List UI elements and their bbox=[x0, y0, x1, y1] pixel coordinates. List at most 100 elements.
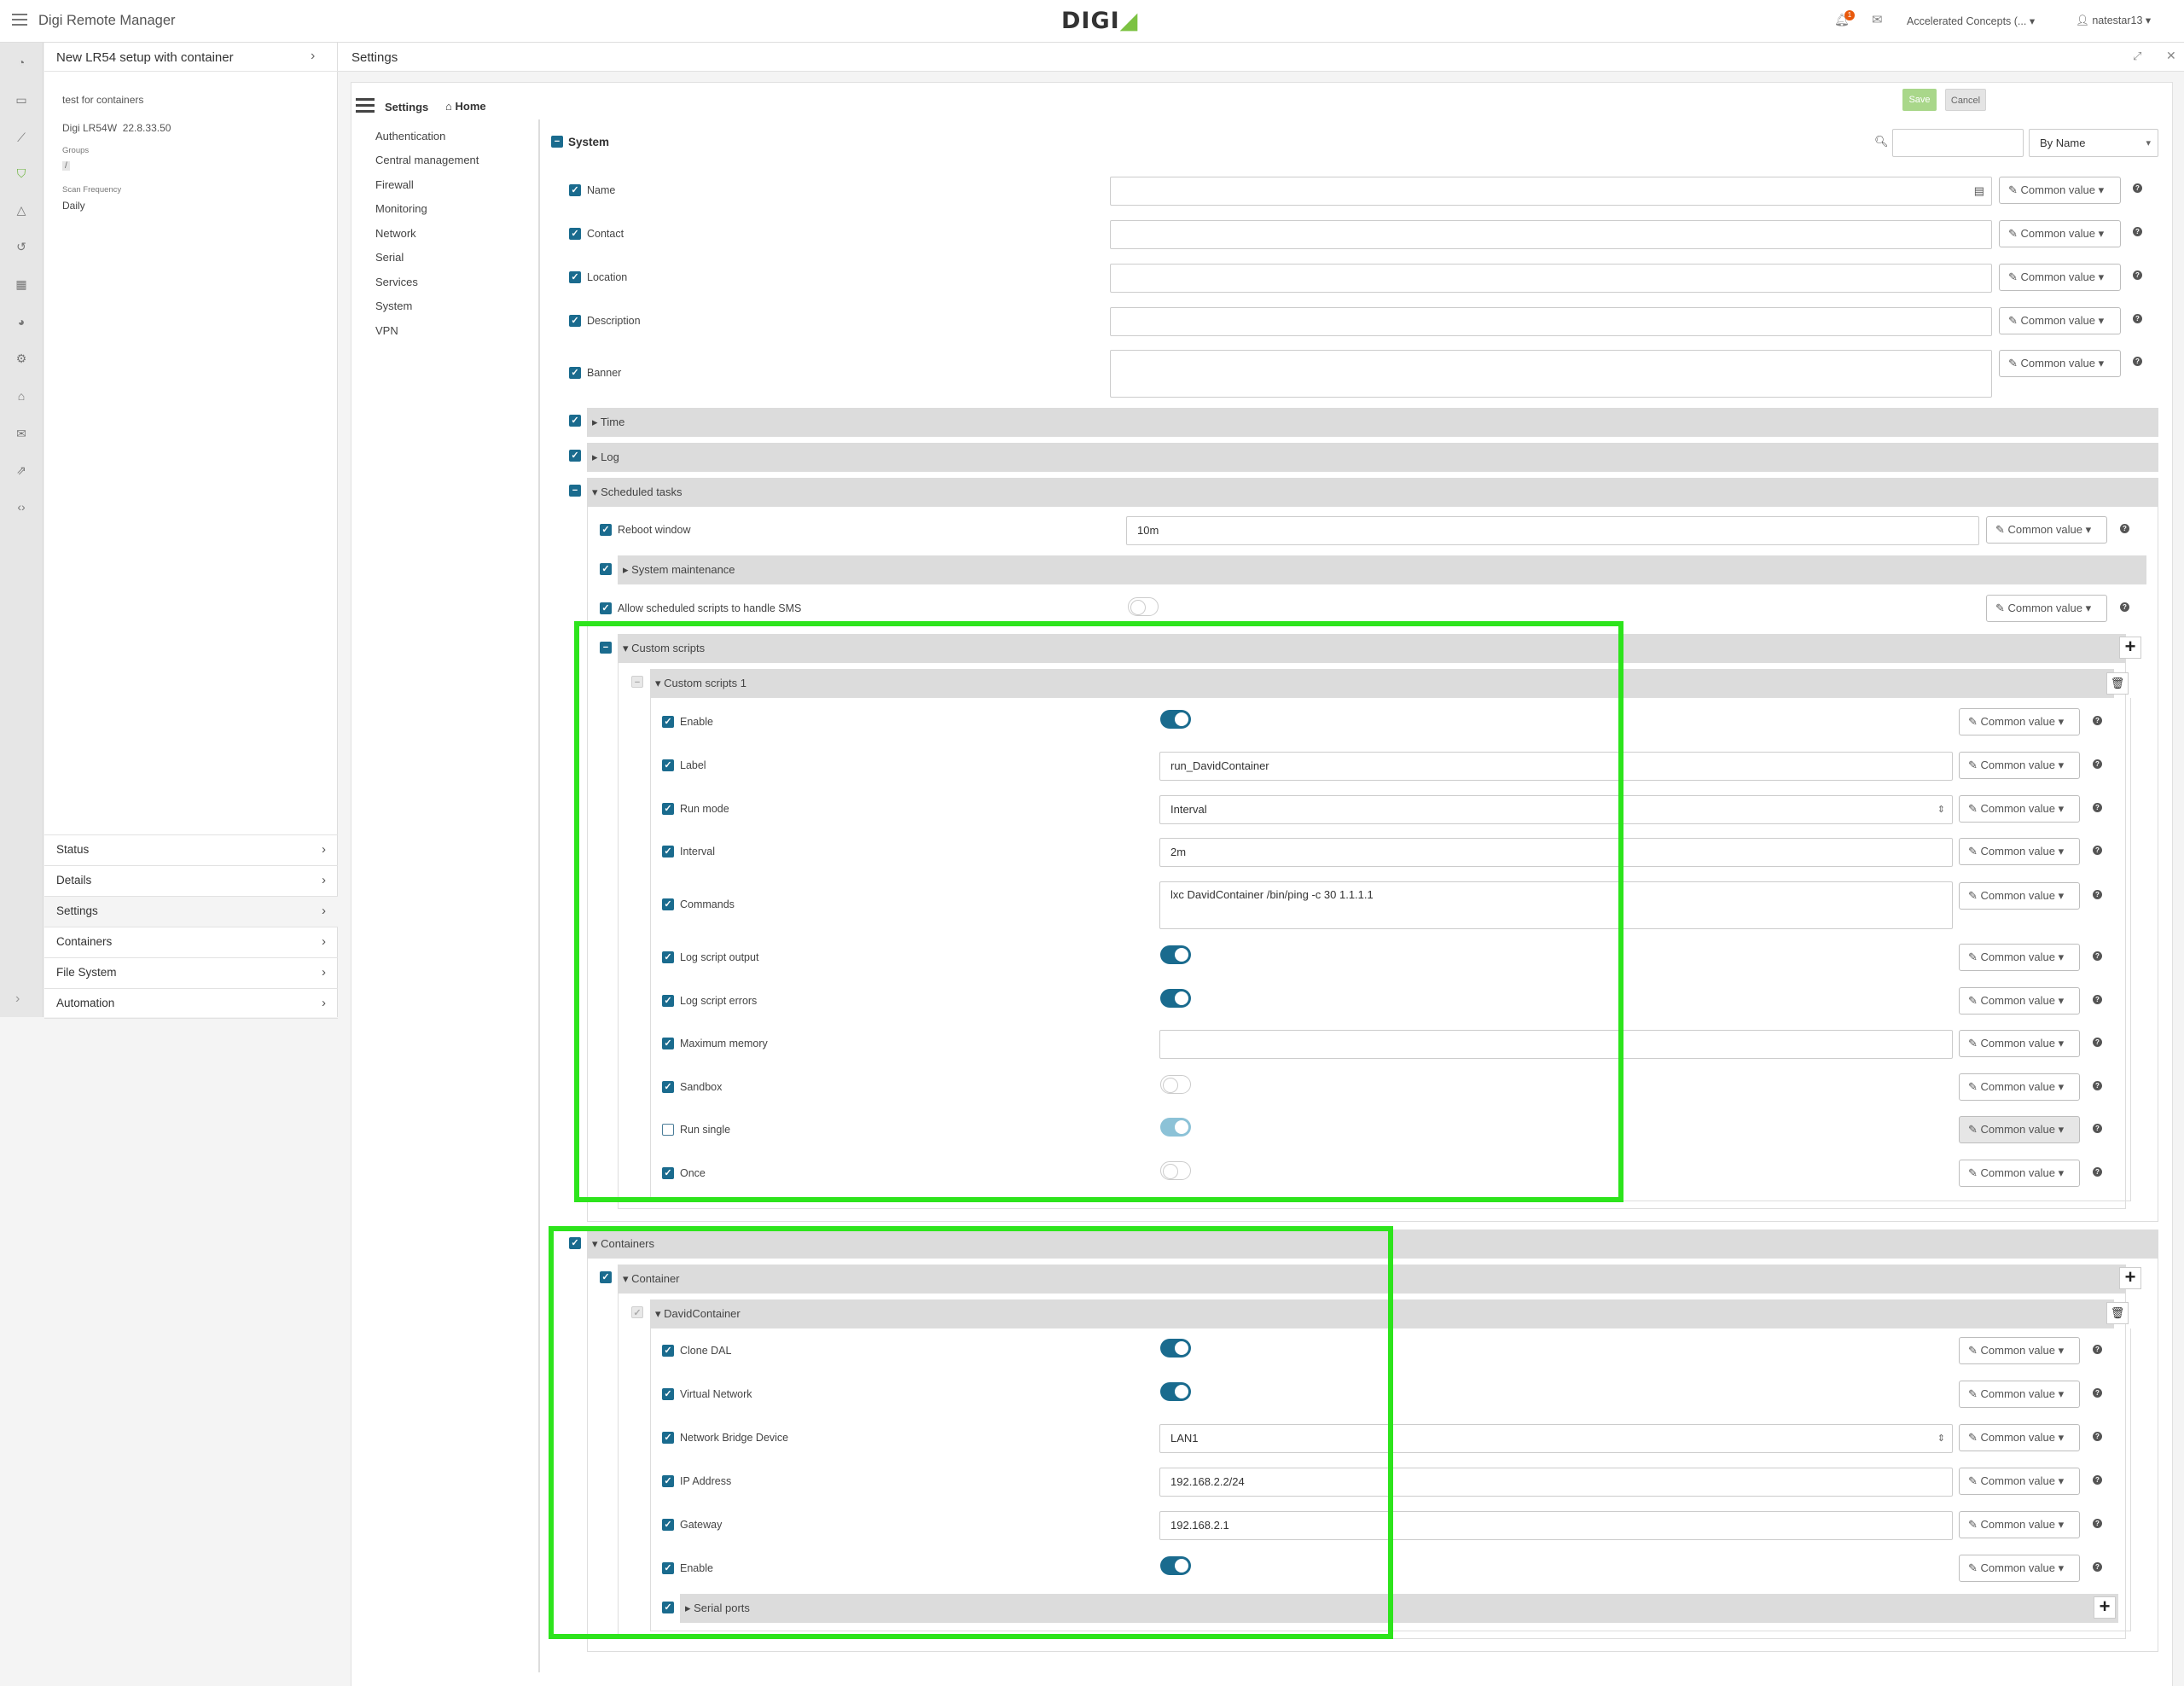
system-maintenance-section[interactable]: ▸ System maintenance bbox=[618, 555, 2146, 584]
org-selector[interactable]: Accelerated Concepts (... ▾ bbox=[1907, 15, 2035, 27]
add-container-button[interactable]: + bbox=[2119, 1267, 2141, 1289]
close-icon[interactable]: ✕ bbox=[2166, 49, 2176, 63]
nav-file-system[interactable]: File System › bbox=[44, 957, 338, 988]
settings-nav-item[interactable]: Authentication bbox=[375, 130, 445, 142]
help-icon[interactable]: ? bbox=[2093, 716, 2102, 725]
expand-icon[interactable]: ⤢ bbox=[2133, 49, 2141, 63]
envelope-icon[interactable]: ✉ bbox=[1872, 12, 1883, 27]
add-serial-port-button[interactable]: + bbox=[2094, 1596, 2116, 1619]
help-icon[interactable]: ? bbox=[2093, 803, 2102, 812]
banner-textarea[interactable] bbox=[1110, 350, 1992, 398]
trash-icon[interactable]: 🗑︎ bbox=[2106, 672, 2129, 695]
help-icon[interactable]: ? bbox=[2133, 270, 2142, 280]
shield-icon[interactable]: ⛉ bbox=[11, 166, 32, 181]
settings-nav-item[interactable]: Serial bbox=[375, 251, 404, 264]
nav-containers[interactable]: Containers › bbox=[44, 927, 338, 957]
common-value-dropdown[interactable]: ✎ Common value ▾ bbox=[1959, 1337, 2080, 1364]
help-icon[interactable]: ? bbox=[2093, 1519, 2102, 1528]
history-icon[interactable]: ↺ bbox=[11, 239, 32, 254]
help-icon[interactable]: ? bbox=[2093, 759, 2102, 769]
external-link-icon[interactable]: ⇗ bbox=[11, 462, 32, 478]
help-icon[interactable]: ? bbox=[2093, 1081, 2102, 1090]
common-value-dropdown[interactable]: ✎ Common value ▾ bbox=[1999, 307, 2121, 334]
lock-icon[interactable]: ⌂ bbox=[11, 388, 32, 404]
help-icon[interactable]: ? bbox=[2093, 1562, 2102, 1572]
settings-nav-item[interactable]: Network bbox=[375, 227, 416, 240]
common-value-dropdown[interactable]: ✎ Common value ▾ bbox=[1959, 838, 2080, 865]
nav-settings[interactable]: Settings › bbox=[44, 896, 338, 927]
common-value-dropdown[interactable]: ✎ Common value ▾ bbox=[1959, 1116, 2080, 1143]
breadcrumb-home[interactable]: ⌂ Home bbox=[445, 100, 486, 113]
help-icon[interactable]: ? bbox=[2093, 1432, 2102, 1441]
menu-icon[interactable] bbox=[356, 98, 375, 113]
allow-sms-toggle[interactable] bbox=[1128, 597, 1159, 616]
common-value-dropdown[interactable]: ✎ Common value ▾ bbox=[1959, 1381, 2080, 1408]
help-icon[interactable]: ? bbox=[2093, 1388, 2102, 1398]
save-button[interactable]: Save bbox=[1902, 89, 1937, 111]
chevron-right-icon[interactable]: › bbox=[311, 49, 315, 64]
time-checkbox[interactable]: ✓ bbox=[569, 415, 581, 427]
chart-icon[interactable]: ⟋ bbox=[11, 130, 32, 145]
dashboard-icon[interactable]: ◔ bbox=[11, 55, 32, 70]
help-icon[interactable]: ? bbox=[2133, 314, 2142, 323]
reboot-window-input[interactable]: 10m bbox=[1126, 516, 1979, 545]
help-icon[interactable]: ? bbox=[2093, 1038, 2102, 1047]
help-icon[interactable]: ? bbox=[2133, 357, 2142, 366]
inbox-icon[interactable]: ▭ bbox=[11, 92, 32, 108]
help-icon[interactable]: ? bbox=[2133, 227, 2142, 236]
settings-nav-item[interactable]: System bbox=[375, 299, 412, 312]
help-icon[interactable]: ? bbox=[2120, 602, 2129, 612]
banner-checkbox[interactable]: ✓ bbox=[569, 367, 581, 379]
cancel-button[interactable]: Cancel bbox=[1945, 89, 1986, 111]
reboot-window-checkbox[interactable]: ✓ bbox=[600, 524, 612, 536]
contact-checkbox[interactable]: ✓ bbox=[569, 228, 581, 240]
help-icon[interactable]: ? bbox=[2093, 890, 2102, 899]
common-value-dropdown[interactable]: ✎ Common value ▾ bbox=[1959, 1511, 2080, 1538]
settings-nav-item[interactable]: Services bbox=[375, 276, 418, 288]
calendar-icon[interactable]: ▦ bbox=[11, 276, 32, 292]
common-value-dropdown[interactable]: ✎ Common value ▾ bbox=[1959, 708, 2080, 735]
common-value-dropdown[interactable]: ✎ Common value ▾ bbox=[1999, 264, 2121, 291]
help-icon[interactable]: ? bbox=[2093, 846, 2102, 855]
description-checkbox[interactable]: ✓ bbox=[569, 315, 581, 327]
breadcrumb-settings[interactable]: Settings bbox=[385, 101, 428, 113]
help-icon[interactable]: ? bbox=[2093, 1167, 2102, 1177]
system-checkbox[interactable]: − bbox=[551, 136, 563, 148]
nav-automation[interactable]: Automation › bbox=[44, 988, 338, 1019]
trash-icon[interactable]: 🗑︎ bbox=[2106, 1302, 2129, 1324]
help-icon[interactable]: ? bbox=[2093, 1345, 2102, 1354]
help-icon[interactable]: ? bbox=[2120, 524, 2129, 533]
menu-icon[interactable] bbox=[12, 14, 27, 26]
user-menu[interactable]: 👤︎ natestar13 ▾ bbox=[2076, 14, 2151, 27]
pie-icon[interactable]: ◕ bbox=[11, 314, 32, 329]
common-value-dropdown[interactable]: ✎ Common value ▾ bbox=[1959, 795, 2080, 823]
common-value-dropdown[interactable]: ✎ Common value ▾ bbox=[1999, 350, 2121, 377]
common-value-dropdown[interactable]: ✎ Common value ▾ bbox=[1959, 1555, 2080, 1582]
log-checkbox[interactable]: ✓ bbox=[569, 450, 581, 462]
location-input[interactable] bbox=[1110, 264, 1992, 293]
contact-input[interactable] bbox=[1110, 220, 1992, 249]
common-value-dropdown[interactable]: ✎ Common value ▾ bbox=[1959, 1030, 2080, 1057]
scheduled-tasks-checkbox[interactable]: − bbox=[569, 485, 581, 497]
scheduled-tasks-section[interactable]: ▾ Scheduled tasks bbox=[587, 478, 2158, 507]
description-input[interactable] bbox=[1110, 307, 1992, 336]
group-chip[interactable]: / bbox=[62, 161, 70, 171]
common-value-dropdown[interactable]: ✎ Common value ▾ bbox=[1959, 1073, 2080, 1101]
help-icon[interactable]: ? bbox=[2133, 183, 2142, 193]
allow-sms-checkbox[interactable]: ✓ bbox=[600, 602, 612, 614]
name-input[interactable]: ▤ bbox=[1110, 177, 1992, 206]
help-icon[interactable]: ? bbox=[2093, 995, 2102, 1004]
help-icon[interactable]: ? bbox=[2093, 951, 2102, 961]
location-checkbox[interactable]: ✓ bbox=[569, 271, 581, 283]
code-icon[interactable]: ‹› bbox=[11, 499, 32, 515]
common-value-dropdown[interactable]: ✎ Common value ▾ bbox=[1986, 595, 2107, 622]
nav-status[interactable]: Status › bbox=[44, 834, 338, 865]
common-value-dropdown[interactable]: ✎ Common value ▾ bbox=[1999, 177, 2121, 204]
gears-icon[interactable]: ⚙ bbox=[11, 351, 32, 366]
common-value-dropdown[interactable]: ✎ Common value ▾ bbox=[1959, 944, 2080, 971]
common-value-dropdown[interactable]: ✎ Common value ▾ bbox=[1959, 1424, 2080, 1451]
nav-details[interactable]: Details › bbox=[44, 865, 338, 896]
sort-select[interactable]: By Name ▾ bbox=[2029, 129, 2158, 157]
name-checkbox[interactable]: ✓ bbox=[569, 184, 581, 196]
common-value-dropdown[interactable]: ✎ Common value ▾ bbox=[1959, 1160, 2080, 1187]
